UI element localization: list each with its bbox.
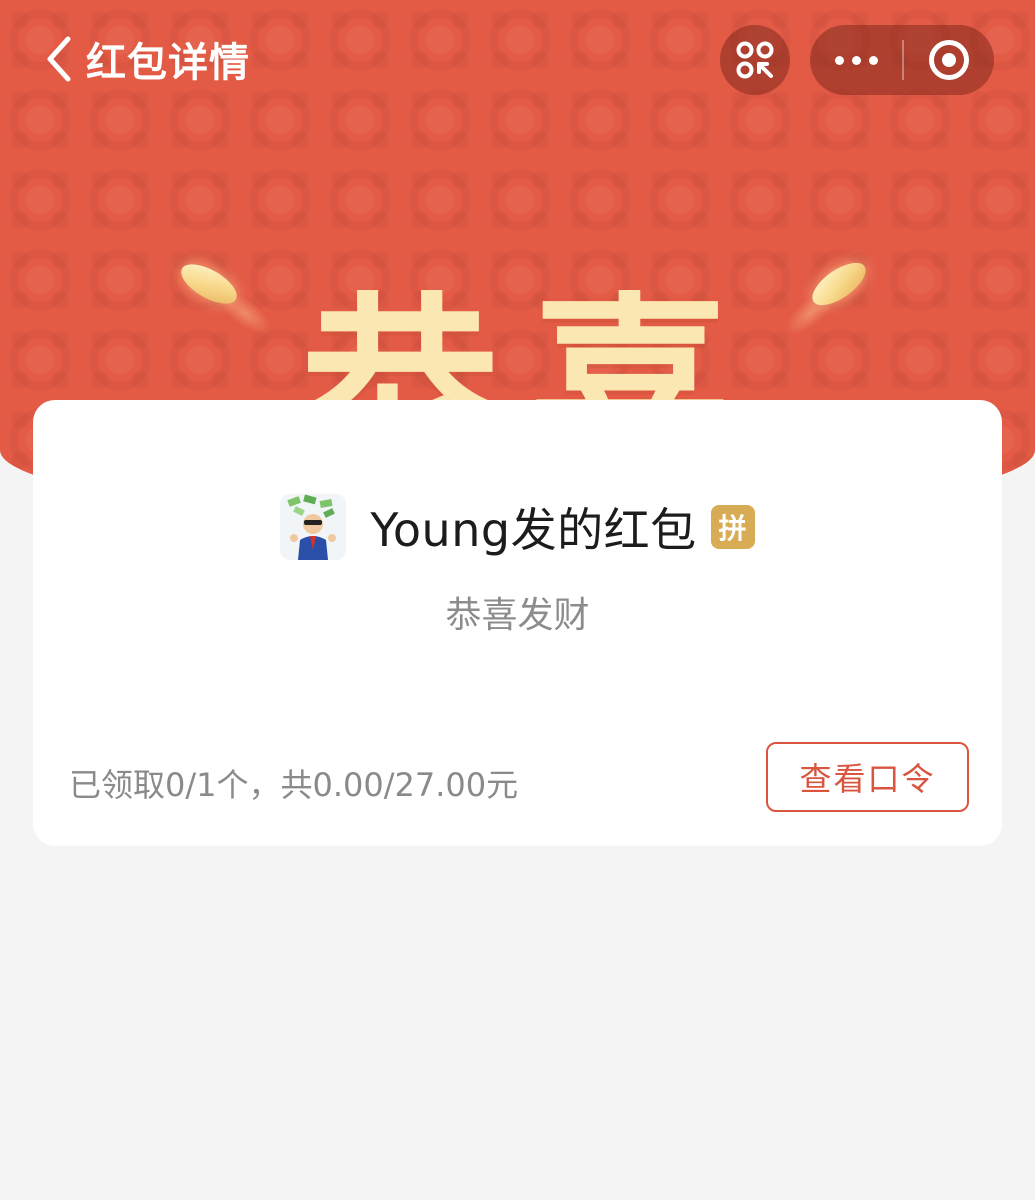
group-packet-badge: 拼 [710,505,755,549]
more-button[interactable] [810,25,902,95]
red-packet-card: Young发的红包 拼 恭喜发财 已领取0/1个，共0.00/27.00元 查看… [33,400,1002,846]
more-dot [851,55,861,65]
view-password-button[interactable]: 查看口令 [766,742,969,812]
more-dot [868,55,878,65]
more-dots-icon [834,55,844,65]
page-title: 红包详情 [86,40,250,86]
claim-summary: 已领取0/1个，共0.00/27.00元 [69,766,519,804]
sender-name: Young发的红包 [370,503,697,557]
sender-row: Young发的红包 拼 [33,492,1002,562]
target-circle-icon [929,40,969,80]
scan-icon [736,41,774,79]
back-button[interactable]: 红包详情 [44,34,250,86]
avatar [280,494,347,560]
close-button[interactable] [904,25,994,95]
chevron-left-icon [47,36,71,82]
mini-program-capsule [810,25,994,95]
scan-button[interactable] [720,25,790,95]
blessing-text: 恭喜发财 [445,595,590,636]
